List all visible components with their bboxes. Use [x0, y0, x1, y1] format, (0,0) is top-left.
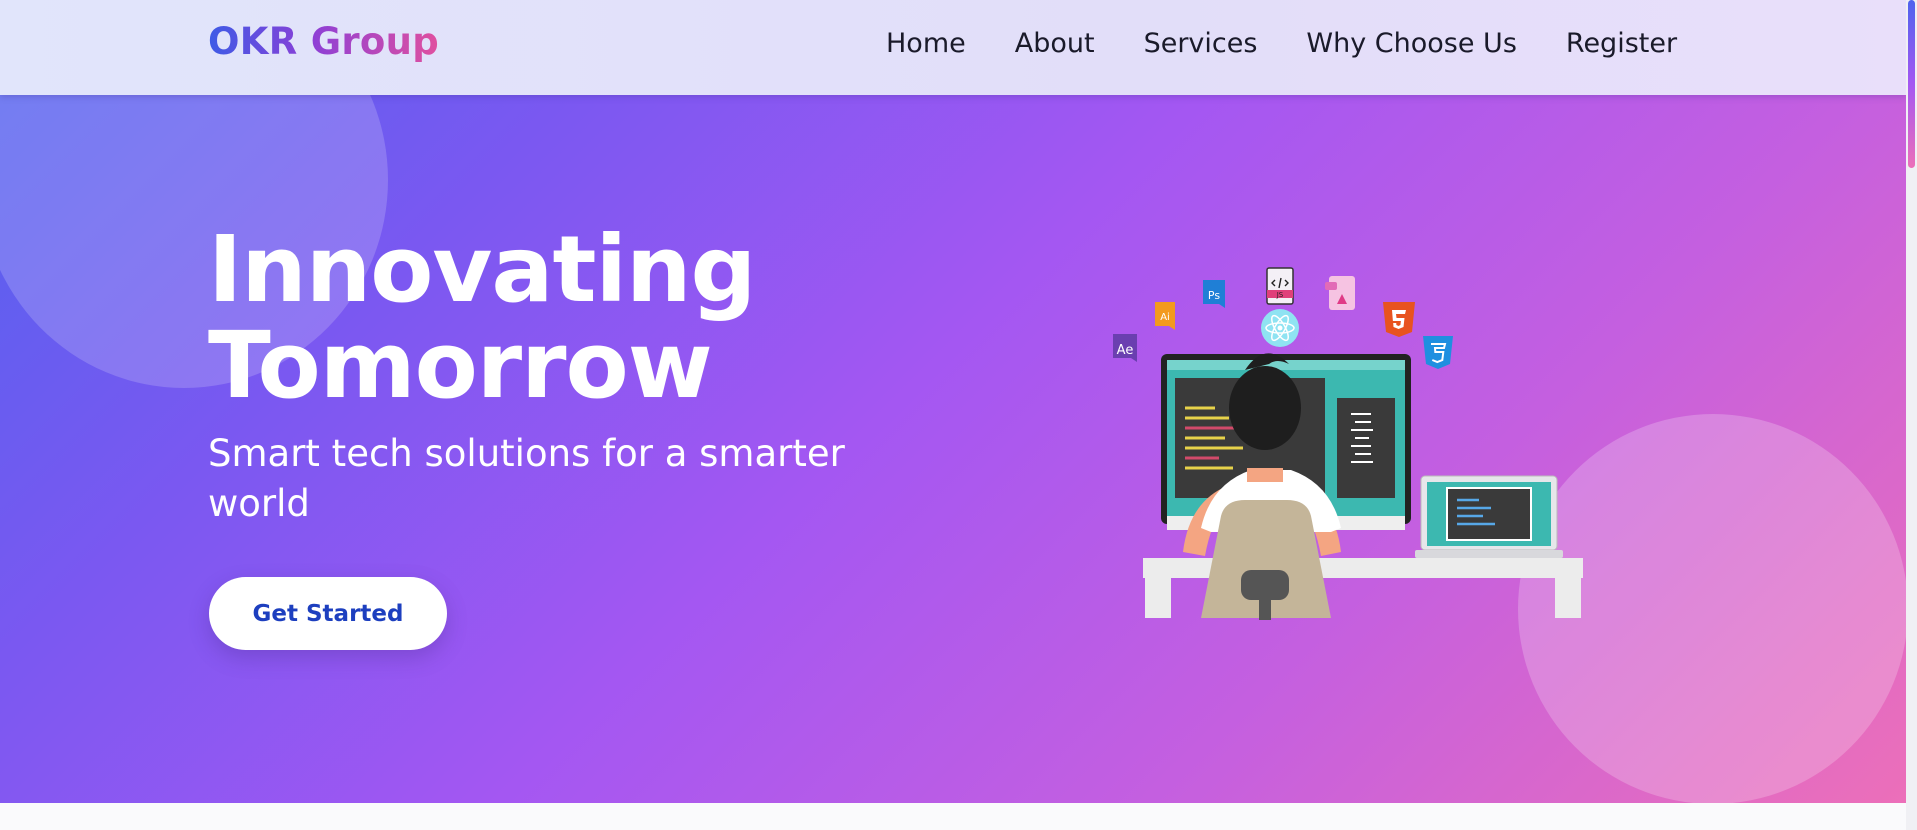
- brand-logo[interactable]: OKR Group: [208, 20, 439, 63]
- hero-title: Innovating Tomorrow: [208, 216, 756, 419]
- svg-text:JS: JS: [1276, 291, 1284, 299]
- svg-text:Ps: Ps: [1208, 289, 1220, 302]
- nav-link-home[interactable]: Home: [886, 28, 966, 59]
- laptop: [1415, 475, 1563, 558]
- hero-title-line: Tomorrow: [208, 312, 713, 419]
- html5-icon: [1383, 302, 1415, 337]
- developer-illustration: Ae Ai Ps JS: [1113, 267, 1583, 620]
- ae-icon: Ae: [1113, 334, 1137, 362]
- main-nav: Home About Services Why Choose Us Regist…: [886, 28, 1677, 59]
- nav-link-register[interactable]: Register: [1566, 28, 1677, 59]
- svg-text:Ae: Ae: [1117, 343, 1134, 358]
- page-scrollbar[interactable]: [1906, 0, 1917, 830]
- nav-link-why-choose-us[interactable]: Why Choose Us: [1306, 28, 1516, 59]
- page: Innovating Tomorrow Smart tech solutions…: [0, 0, 1906, 830]
- nav-link-about[interactable]: About: [1015, 28, 1095, 59]
- css3-icon: [1423, 336, 1453, 369]
- hero-subtitle: Smart tech solutions for a smarter world: [208, 432, 845, 525]
- nav-link-services[interactable]: Services: [1144, 28, 1258, 59]
- next-section-edge: [0, 803, 1906, 830]
- scrollbar-thumb[interactable]: [1908, 0, 1915, 168]
- ps-icon: Ps: [1203, 280, 1225, 308]
- get-started-button[interactable]: Get Started: [209, 577, 447, 650]
- xd-file-icon: [1325, 276, 1355, 310]
- top-navbar: OKR Group Home About Services Why Choose…: [0, 0, 1906, 95]
- hero-section: Innovating Tomorrow Smart tech solutions…: [0, 0, 1906, 803]
- ai-icon: Ai: [1155, 302, 1175, 330]
- js-file-icon: JS: [1266, 267, 1294, 305]
- hero-title-line: Innovating: [208, 216, 756, 323]
- react-icon: [1261, 309, 1299, 347]
- svg-text:Ai: Ai: [1160, 312, 1170, 323]
